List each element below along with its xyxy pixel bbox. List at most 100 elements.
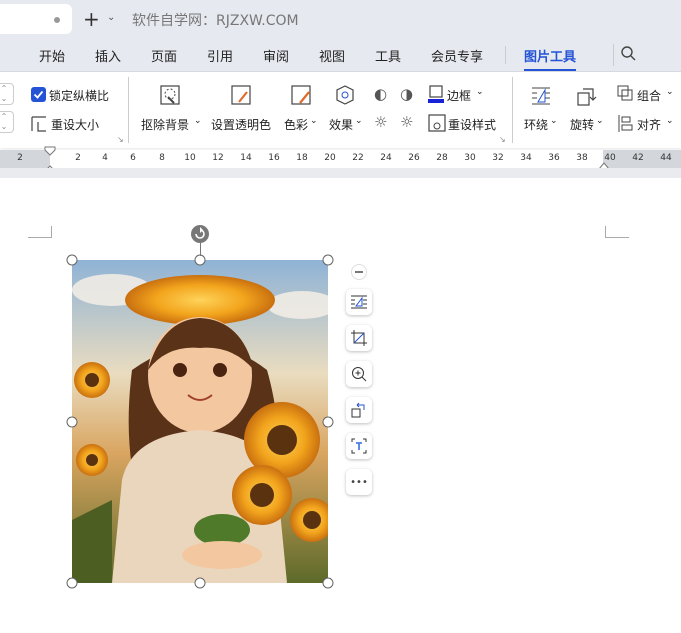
divider [613, 44, 614, 66]
align-icon [618, 115, 633, 132]
resize-handle-top[interactable] [194, 254, 206, 266]
divider [128, 77, 129, 143]
resize-handle-bottom[interactable] [194, 577, 206, 589]
remove-background-icon [160, 85, 180, 105]
rotate-button[interactable] [346, 397, 372, 423]
ruler-tick-label: 30 [464, 153, 476, 163]
ruler-tick-label: 4 [102, 153, 108, 163]
ruler-tick-label: 44 [660, 153, 672, 163]
document-tab[interactable] [0, 4, 72, 34]
site-watermark-text: 软件自学网：RJZXW.COM [132, 13, 299, 29]
wrap-text-icon [351, 295, 367, 309]
rotate-button[interactable]: 旋转 [570, 116, 594, 133]
increase-brightness-icon[interactable]: ☼ [374, 113, 387, 131]
selected-image[interactable] [72, 260, 328, 583]
sunflower-girl-illustration [72, 260, 328, 583]
layout-options-button[interactable] [346, 289, 372, 315]
tab-page[interactable]: 页面 [151, 46, 177, 65]
ruler-tick-label: 28 [436, 153, 448, 163]
dialog-launcher-icon[interactable]: ↘ [117, 135, 124, 144]
tab-references[interactable]: 引用 [207, 46, 233, 65]
tab-picture-tools[interactable]: 图片工具 [524, 46, 577, 71]
wrap-text-icon [532, 87, 550, 105]
ruler-tick-label: 24 [380, 153, 392, 163]
extract-text-button[interactable] [346, 433, 372, 459]
ruler-tick-label: 12 [212, 153, 224, 163]
ruler-tick-label: 38 [576, 153, 588, 163]
search-icon[interactable] [620, 45, 638, 63]
width-spinner[interactable]: ⌃ ⌄ [0, 111, 14, 133]
height-spinner[interactable]: ⌃ ⌄ [0, 83, 14, 105]
remove-background-button[interactable]: 抠除背景 [141, 116, 189, 133]
margin-corner-mark [605, 226, 629, 238]
resize-handle-top-left[interactable] [66, 254, 78, 266]
resize-handle-top-right[interactable] [322, 254, 334, 266]
resize-handle-right[interactable] [322, 416, 334, 428]
unsaved-dot-icon [54, 17, 60, 23]
decrease-contrast-icon[interactable]: ◑ [400, 85, 413, 103]
effects-icon [336, 85, 354, 105]
tab-membership[interactable]: 会员专享 [431, 46, 483, 65]
more-options-button[interactable]: ••• [346, 469, 372, 495]
set-transparent-icon [231, 85, 251, 105]
tab-start[interactable]: 开始 [39, 46, 65, 65]
ruler-tick-label: 2 [17, 153, 23, 163]
reset-size-icon [31, 116, 46, 132]
set-transparent-color-button[interactable]: 设置透明色 [211, 116, 271, 133]
zoom-in-button[interactable] [346, 361, 372, 387]
group-button[interactable]: 组合 [637, 87, 661, 104]
resize-handle-left[interactable] [66, 416, 78, 428]
margin-corner-mark [28, 226, 52, 238]
resize-handle-bottom-right[interactable] [322, 577, 334, 589]
ruler-tick-label: 42 [632, 153, 644, 163]
align-button[interactable]: 对齐 [637, 116, 661, 133]
color-icon [291, 85, 311, 105]
ruler-tick-label: 32 [492, 153, 504, 163]
ruler-bottom-band [0, 168, 681, 178]
ruler-tick-label: 10 [184, 153, 196, 163]
extract-text-icon [351, 438, 367, 454]
wrap-button[interactable]: 环绕 [524, 116, 548, 133]
ruler-tick-label: 16 [268, 153, 280, 163]
chevron-down-icon[interactable]: ⌄ [107, 12, 115, 23]
rotate-icon [351, 402, 365, 418]
crop-icon [351, 330, 367, 346]
more-icon: ••• [350, 476, 368, 488]
ruler-tick-label: 36 [548, 153, 560, 163]
effects-button[interactable]: 效果 [329, 116, 353, 133]
ruler-tick-label: 18 [296, 153, 308, 163]
border-icon [428, 85, 444, 103]
ruler-tick-label: 20 [324, 153, 336, 163]
reset-style-button[interactable]: 重设样式 [448, 116, 496, 133]
resize-handle-bottom-left[interactable] [66, 577, 78, 589]
dialog-launcher-icon[interactable]: ↘ [499, 135, 506, 144]
lock-aspect-label: 锁定纵横比 [49, 89, 110, 103]
increase-contrast-icon[interactable]: ◐ [374, 85, 387, 103]
tab-tools[interactable]: 工具 [375, 46, 401, 65]
rotate-icon [577, 88, 597, 106]
reset-size-button[interactable]: 重设大小 [51, 116, 99, 133]
menu-bar: 开始 插入 页面 引用 审阅 视图 工具 会员专享 图片工具 [0, 38, 681, 72]
ruler-tick-label: 34 [520, 153, 532, 163]
tab-review[interactable]: 审阅 [263, 46, 289, 65]
group-icon [617, 85, 633, 101]
rotate-handle-icon[interactable] [191, 225, 209, 243]
ruler-tick-label: 26 [408, 153, 420, 163]
border-button[interactable]: 边框 [447, 87, 471, 104]
decrease-brightness-icon[interactable]: ☼ [400, 113, 413, 131]
ruler-tick-label: 2 [75, 153, 81, 163]
tab-insert[interactable]: 插入 [95, 46, 121, 65]
collapse-toolbar-icon[interactable] [351, 264, 367, 280]
crop-button[interactable] [346, 325, 372, 351]
rotate-stem [200, 242, 201, 256]
reset-style-icon [428, 114, 446, 132]
tab-view[interactable]: 视图 [319, 46, 345, 65]
ruler-tick-label: 14 [240, 153, 252, 163]
color-button[interactable]: 色彩 [284, 116, 308, 133]
ribbon: ⌃ ⌄ ⌃ ⌄ 锁定纵横比 重设大小 ↘ 抠除背景 ⌄ 设置透明色 色彩 ⌄ 效果 ⌄ ◐… [0, 73, 681, 148]
ruler-tick-label: 6 [130, 153, 136, 163]
new-tab-plus-icon[interactable]: + [83, 7, 100, 31]
title-bar [0, 0, 681, 38]
lock-aspect-checkbox[interactable] [31, 87, 46, 102]
divider [512, 77, 513, 143]
